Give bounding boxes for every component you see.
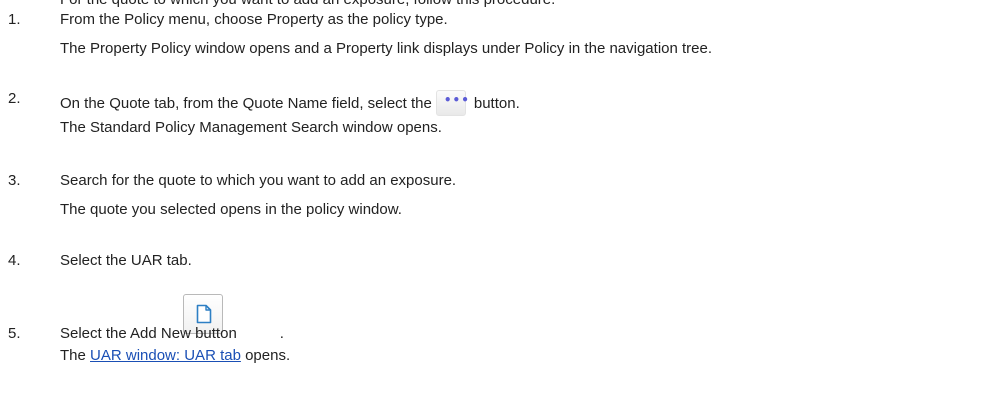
step-action: From the Policy menu, choose Property as… (60, 11, 448, 28)
uar-window-link[interactable]: UAR window: UAR tab (90, 347, 241, 364)
ellipsis-button-icon: ••• (435, 90, 469, 116)
step-number: 4. (8, 252, 21, 269)
step-result-text-after: opens. (245, 347, 291, 364)
step-number: 3. (8, 172, 21, 189)
step-action: Select the UAR tab. (60, 252, 192, 269)
step-result: The quote you selected opens in the poli… (60, 201, 402, 218)
step-action: Select the Add New button. (60, 325, 284, 343)
step-number: 2. (8, 90, 21, 107)
step-action: Search for the quote to which you want t… (60, 172, 457, 189)
clipped-intro-text: For the quote to which you want to add a… (60, 0, 555, 8)
step-number: 5. (8, 325, 21, 342)
step-action-text-after: . (279, 325, 284, 342)
step-result: The Standard Policy Management Search wi… (60, 119, 442, 136)
step-action-text-after: button. (473, 95, 520, 112)
step-number: 1. (8, 11, 21, 28)
step-action-text-before: Select the Add New button (60, 325, 237, 342)
step-result: The Property Policy window opens and a P… (60, 40, 713, 57)
step-result-text-before: The (60, 347, 86, 364)
step-action-text-before: On the Quote tab, from the Quote Name fi… (60, 95, 432, 112)
step-result: The UAR window: UAR tab opens. (60, 347, 290, 365)
step-action: On the Quote tab, from the Quote Name fi… (60, 90, 520, 116)
